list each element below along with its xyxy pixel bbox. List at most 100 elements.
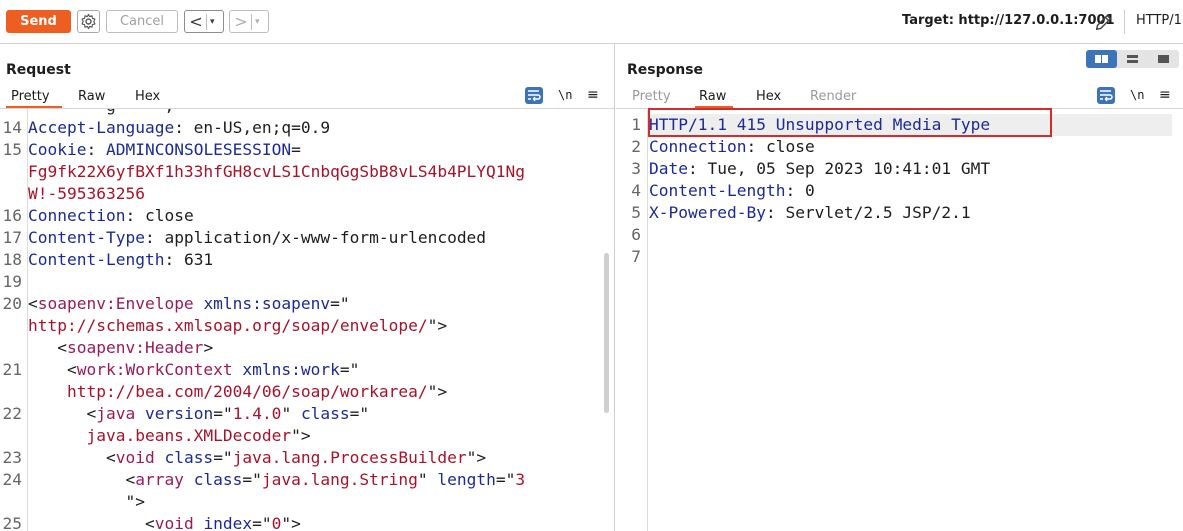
request-partial-line: g , <box>28 109 174 117</box>
code-text: <array class="java.lang.String" length="… <box>28 469 525 491</box>
code-token: "> <box>427 316 448 335</box>
code-token: Connection <box>649 137 747 156</box>
code-token: =" <box>330 294 350 313</box>
code-token: " <box>417 470 438 489</box>
layout-single-button[interactable] <box>1148 50 1179 68</box>
response-tab-hex[interactable]: Hex <box>756 88 781 108</box>
status-line-highlight-box <box>648 108 1052 137</box>
code-token: < <box>28 338 67 357</box>
request-tab-raw[interactable]: Raw <box>78 88 105 108</box>
code-token: 1.4.0 <box>232 404 282 423</box>
layout-toggle <box>1086 50 1179 68</box>
code-line: 2 Connection: close <box>616 136 1183 158</box>
forward-history-dropdown[interactable]: ▾ <box>255 13 260 31</box>
code-token: class <box>164 448 214 467</box>
code-token: work:WorkContext <box>76 360 233 379</box>
edit-target-button[interactable] <box>1093 11 1115 33</box>
code-token: Content-Type <box>28 228 145 247</box>
code-text: <soapenv:Header> <box>28 337 213 359</box>
response-tab-raw[interactable]: Raw <box>695 88 733 108</box>
code-line: 6 <box>616 224 1183 246</box>
request-tab-hex[interactable]: Hex <box>135 88 160 108</box>
code-text: Date: Tue, 05 Sep 2023 10:41:01 GMT <box>649 158 990 180</box>
target-label: Target: http://127.0.0.1:7001 <box>902 13 1115 28</box>
code-line: "> <box>0 491 614 513</box>
code-line: 14 Accept-Language: en-US,en;q=0.9 <box>0 117 614 139</box>
request-editor[interactable]: g , 14 Accept-Language: en-US,en;q=0.9 15 C… <box>0 109 614 531</box>
line-number: 21 <box>2 360 23 379</box>
line-number: 18 <box>2 250 23 269</box>
code-token: Cookie <box>28 140 87 159</box>
toolbar-divider <box>1124 10 1125 34</box>
code-token: "> <box>466 448 487 467</box>
request-tab-pretty[interactable]: Pretty <box>6 88 62 108</box>
code-token: Content-Length <box>28 250 165 269</box>
send-button[interactable]: Send <box>6 10 71 33</box>
response-title: Response <box>627 62 704 78</box>
code-token: =" <box>213 448 233 467</box>
back-history-dropdown[interactable]: ▾ <box>210 13 215 31</box>
code-text: http://bea.com/2004/06/soap/workarea/"> <box>28 381 447 403</box>
response-tab-render[interactable]: Render <box>810 88 856 108</box>
code-text: <work:WorkContext xmlns:work=" <box>28 359 359 381</box>
line-number: 7 <box>631 247 641 266</box>
gear-icon <box>81 13 96 30</box>
settings-button[interactable] <box>77 10 100 33</box>
response-wrap-button[interactable] <box>1097 87 1115 104</box>
line-number: 24 <box>2 470 23 489</box>
code-token: =" <box>349 404 370 423</box>
code-text: Content-Length: 0 <box>649 180 815 202</box>
code-text: Connection: close <box>28 205 194 227</box>
code-line: 7 <box>616 246 1183 268</box>
line-number: 20 <box>2 294 23 313</box>
code-line: 23 <void class="java.lang.ProcessBuilder… <box>0 447 614 469</box>
code-token: "> <box>427 382 448 401</box>
code-token: X-Powered-By <box>649 203 766 222</box>
response-newline-toggle[interactable]: \n <box>1130 87 1144 104</box>
top-toolbar: Send Cancel < ▾ > ▾ Target: http://127.0… <box>0 0 1183 44</box>
cancel-button[interactable]: Cancel <box>106 10 178 33</box>
code-line: http://bea.com/2004/06/soap/workarea/"> <box>0 381 614 403</box>
layout-split-button[interactable] <box>1086 50 1117 68</box>
code-token: java.lang.ProcessBuilder <box>232 448 467 467</box>
code-token: 3 <box>515 470 526 489</box>
code-token: : 631 <box>164 250 214 269</box>
request-wrap-button[interactable] <box>525 87 543 104</box>
forward-button[interactable]: > ▾ <box>229 10 269 33</box>
response-tab-pretty[interactable]: Pretty <box>632 88 671 108</box>
code-token: > <box>203 338 214 357</box>
line-number: 23 <box>2 448 23 467</box>
code-text: <soapenv:Envelope xmlns:soapenv=" <box>28 293 350 315</box>
response-editor[interactable]: 1 HTTP/1.1 415 Unsupported Media Type 2 Con… <box>616 109 1183 531</box>
code-token: < <box>28 514 155 531</box>
code-token: : Tue, 05 Sep 2023 10:41:01 GMT <box>687 159 991 178</box>
code-text: Accept-Language: en-US,en;q=0.9 <box>28 117 330 139</box>
request-scrollbar[interactable] <box>604 253 609 413</box>
code-token: = <box>291 140 301 159</box>
code-line: 19 <box>0 271 614 293</box>
code-token: java.lang.String <box>261 470 418 489</box>
code-token: class <box>300 404 350 423</box>
code-line: W!-595363256 <box>0 183 614 205</box>
line-number: 22 <box>2 404 23 423</box>
code-line: 24 <array class="java.lang.String" lengt… <box>0 469 614 491</box>
layout-rows-button[interactable] <box>1117 50 1148 68</box>
back-button[interactable]: < ▾ <box>184 10 224 33</box>
code-line: 22 <java version="1.4.0" class=" <box>0 403 614 425</box>
request-menu-icon[interactable]: ≡ <box>587 87 599 104</box>
code-token: Date <box>649 159 688 178</box>
code-line: Fg9fk22X6yfBXf1h33hfGH8cvLS1CnbqGgSbB8vL… <box>0 161 614 183</box>
code-token: xmlns:soapenv <box>203 294 331 313</box>
code-text: <java version="1.4.0" class=" <box>28 403 369 425</box>
request-newline-toggle[interactable]: \n <box>558 87 572 104</box>
line-number: 14 <box>2 118 23 137</box>
code-token: length <box>437 470 496 489</box>
code-text: "> <box>28 491 145 513</box>
response-menu-icon[interactable]: ≡ <box>1159 87 1171 104</box>
code-text: Content-Type: application/x-www-form-url… <box>28 227 486 249</box>
code-text: http://schemas.xmlsoap.org/soap/envelope… <box>28 315 447 337</box>
http-version-selector[interactable]: HTTP/1 <box>1136 13 1182 28</box>
